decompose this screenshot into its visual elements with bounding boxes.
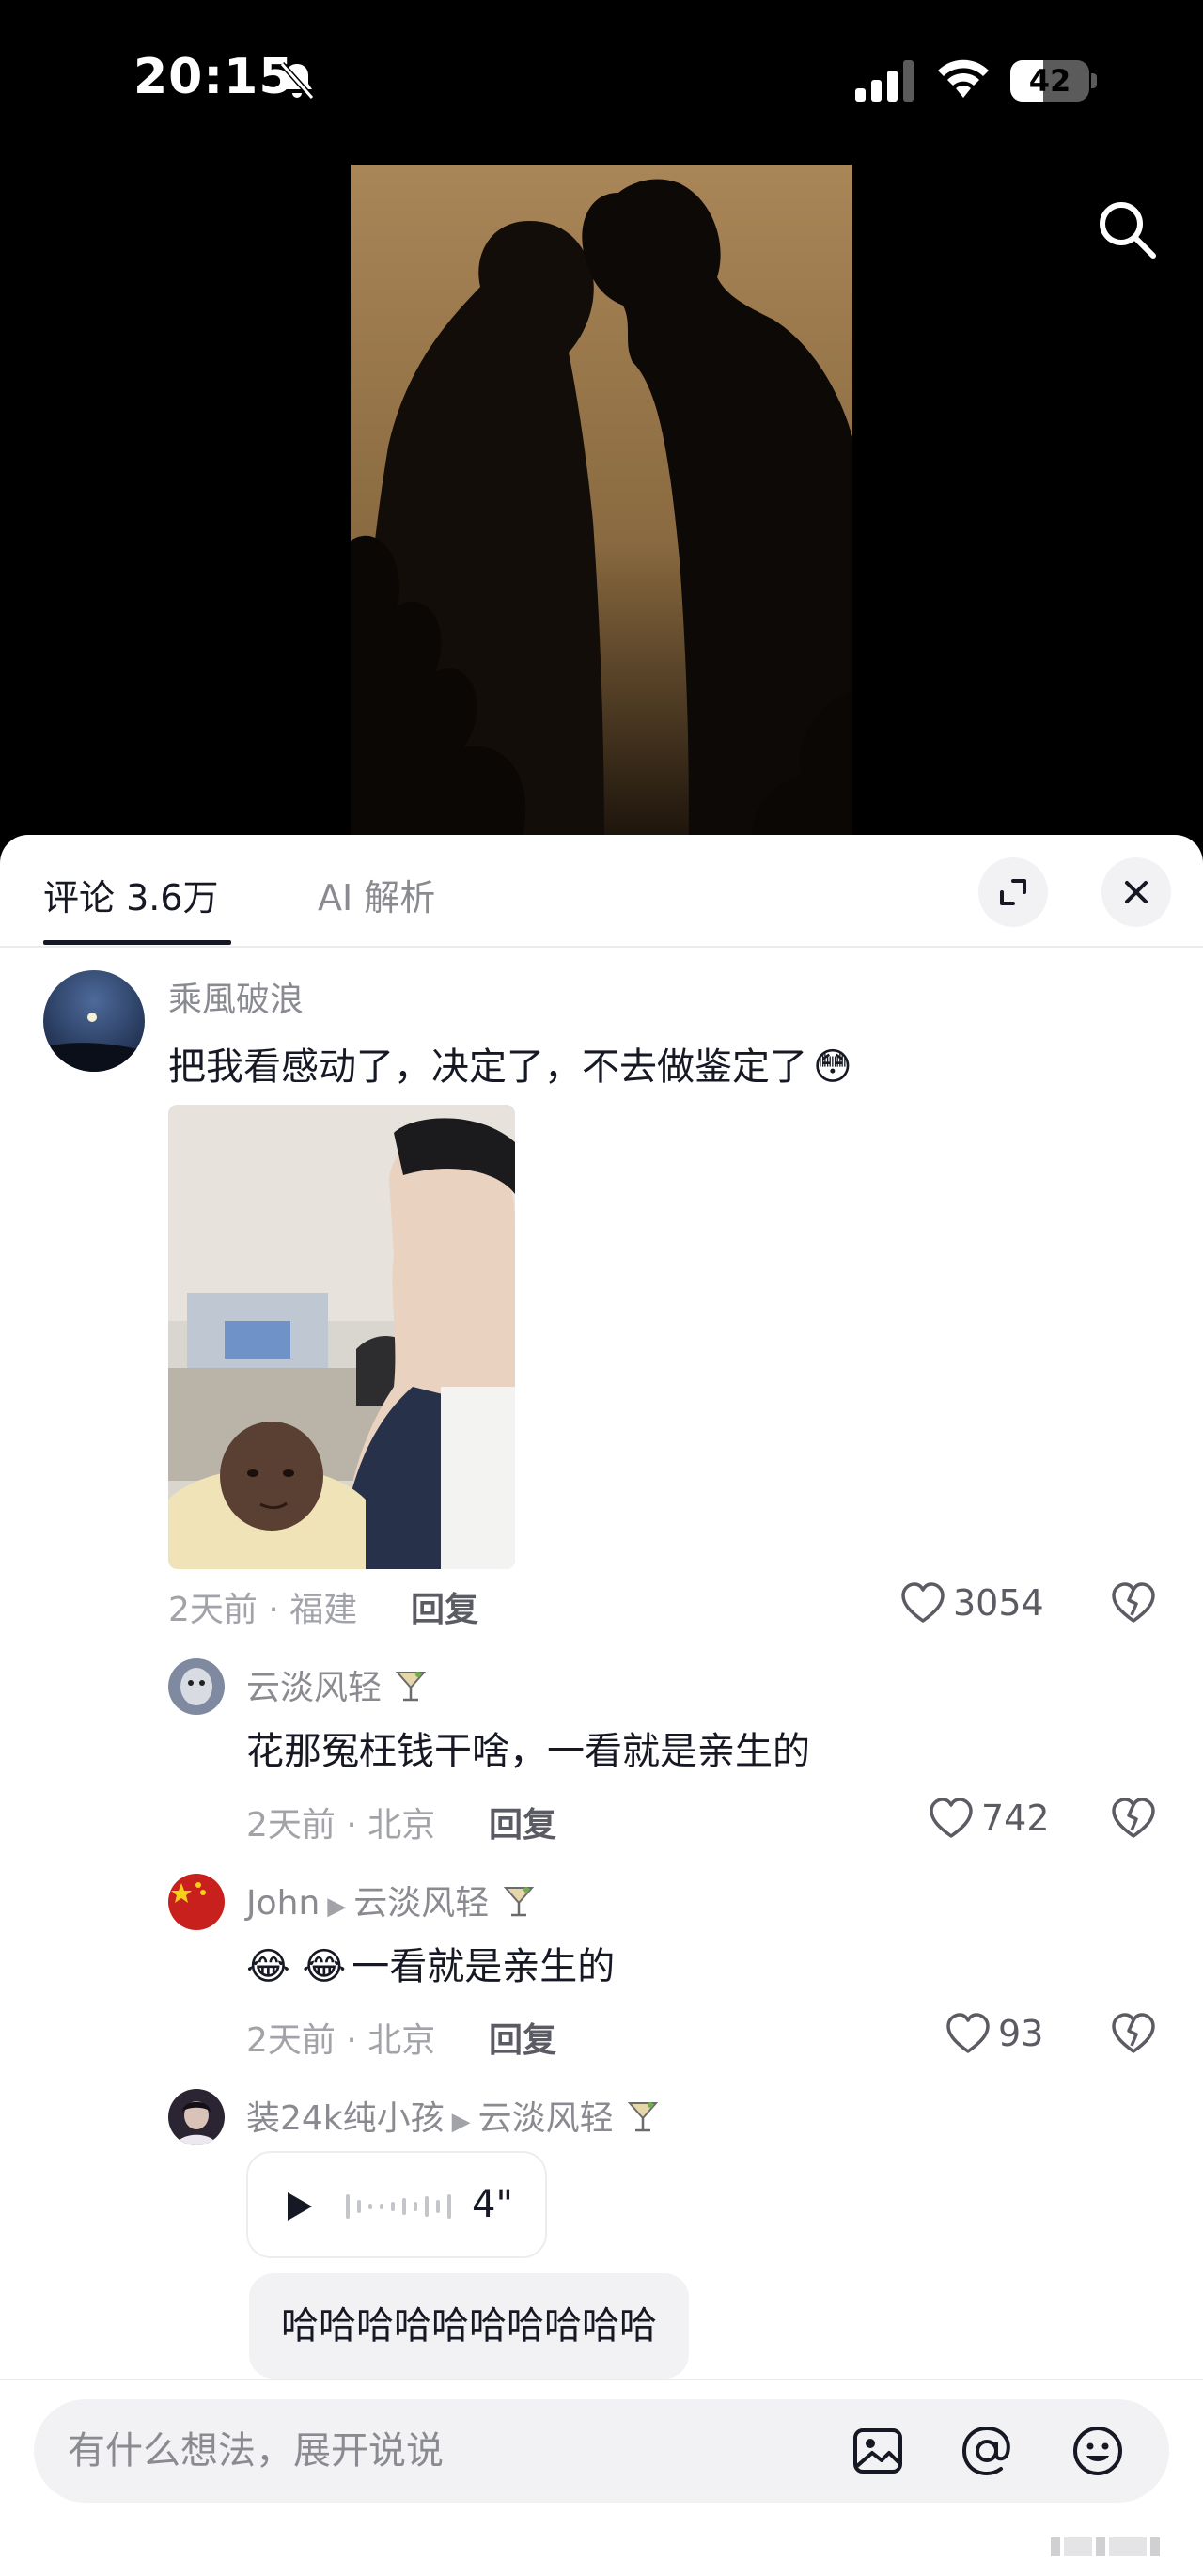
comment-image[interactable]	[168, 1105, 515, 1569]
tab-ai-analysis[interactable]: AI 解析	[318, 869, 435, 920]
status-bar: 20:15 42	[0, 0, 1203, 160]
reply-arrow-icon: ▶	[327, 1893, 347, 1921]
expand-icon	[1000, 879, 1026, 905]
comment-meta: 2天前 · 福建	[168, 1591, 358, 1629]
heart-icon	[930, 1798, 973, 1838]
like-button[interactable]: 3054	[900, 1579, 1044, 1626]
emoji-icon[interactable]	[1070, 2423, 1126, 2479]
emoji: 😂 😂	[246, 1945, 347, 1988]
voice-transcript: 哈哈哈哈哈哈哈哈哈哈	[249, 2273, 689, 2379]
comment-input-container	[34, 2399, 1169, 2503]
avatar[interactable]	[168, 1658, 225, 1715]
close-icon	[1125, 881, 1148, 903]
waveform-icon	[346, 2194, 451, 2219]
play-icon[interactable]	[286, 2191, 314, 2223]
reply-text: 😂 😂 一看就是亲生的	[246, 1936, 615, 1990]
comment-panel: 评论 3.6万 AI 解析 乘風破浪 把我看感动了，决定了，不去做鉴定了 😳 2…	[0, 835, 1203, 2576]
username-text: 装24k纯小孩	[246, 2099, 445, 2138]
reply-meta: 2天前 · 北京	[246, 2021, 436, 2060]
cocktail-icon	[503, 1887, 534, 1917]
close-button[interactable]	[1101, 857, 1171, 927]
video-player[interactable]: 20:15 42	[0, 0, 1203, 846]
like-count: 742	[981, 1798, 1050, 1839]
reply-username[interactable]: 装24k纯小孩 ▶ 云淡风轻	[246, 2091, 662, 2140]
comment-username[interactable]: 乘風破浪	[168, 972, 304, 1021]
comment-tabs: 评论 3.6万 AI 解析	[0, 835, 1203, 948]
active-tab-indicator	[43, 940, 231, 945]
emoji: 😳	[813, 1045, 852, 1089]
comment-body: 把我看感动了，决定了，不去做鉴定了	[168, 1045, 807, 1089]
reply-username[interactable]: 云淡风轻	[246, 1660, 430, 1709]
broken-heart-icon[interactable]	[1111, 2012, 1156, 2055]
broken-heart-icon[interactable]	[1111, 1797, 1156, 1840]
like-button[interactable]: 93	[945, 2010, 1043, 2057]
username-text: 云淡风轻	[246, 1669, 383, 1707]
voice-message[interactable]: 4"	[246, 2151, 547, 2258]
battery-indicator: 42	[1010, 60, 1097, 102]
cocktail-icon	[627, 2102, 659, 2132]
cellular-signal-icon	[855, 60, 914, 102]
image-icon[interactable]	[850, 2423, 906, 2479]
reply-to-username: 云淡风轻	[353, 1884, 490, 1923]
at-icon[interactable]	[959, 2423, 1015, 2479]
reply-button[interactable]: 回复	[489, 1798, 556, 1846]
status-time: 20:15	[133, 49, 294, 105]
comment-input-bar	[0, 2379, 1203, 2576]
avatar[interactable]	[43, 970, 145, 1072]
heart-icon	[901, 1582, 945, 1623]
reply-body: 一看就是亲生的	[352, 1945, 616, 1988]
avatar[interactable]	[168, 1874, 225, 1930]
heart-icon	[946, 2013, 990, 2053]
comment-input[interactable]	[68, 2399, 801, 2503]
wifi-icon	[938, 59, 989, 98]
voice-duration: 4"	[472, 2183, 513, 2226]
reply-meta: 2天前 · 北京	[246, 1806, 436, 1845]
reply-button[interactable]: 回复	[411, 1582, 478, 1631]
reply-arrow-icon: ▶	[451, 2108, 471, 2136]
wedding-silhouette-photo	[351, 165, 852, 846]
like-button[interactable]: 742	[929, 1795, 1050, 1842]
reply-to-username: 云淡风轻	[477, 2099, 614, 2138]
cocktail-icon	[396, 1672, 427, 1702]
battery-level: 42	[1028, 63, 1071, 99]
username-text: John	[246, 1884, 320, 1923]
tab-comments[interactable]: 评论 3.6万	[43, 869, 219, 920]
reply-button[interactable]: 回复	[489, 2013, 556, 2062]
avatar[interactable]	[168, 2089, 225, 2145]
like-count: 3054	[953, 1582, 1044, 1624]
mute-bell-icon	[279, 62, 315, 100]
broken-heart-icon[interactable]	[1111, 1581, 1156, 1625]
expand-button[interactable]	[978, 857, 1048, 927]
reply-text: 花那冤枉钱干啥，一看就是亲生的	[246, 1730, 810, 1773]
comment-text: 把我看感动了，决定了，不去做鉴定了 😳	[168, 1036, 852, 1091]
search-icon[interactable]	[1095, 197, 1159, 261]
like-count: 93	[998, 2013, 1044, 2054]
corner-watermark	[1051, 2537, 1160, 2556]
reply-username[interactable]: John ▶ 云淡风轻	[246, 1876, 538, 1924]
